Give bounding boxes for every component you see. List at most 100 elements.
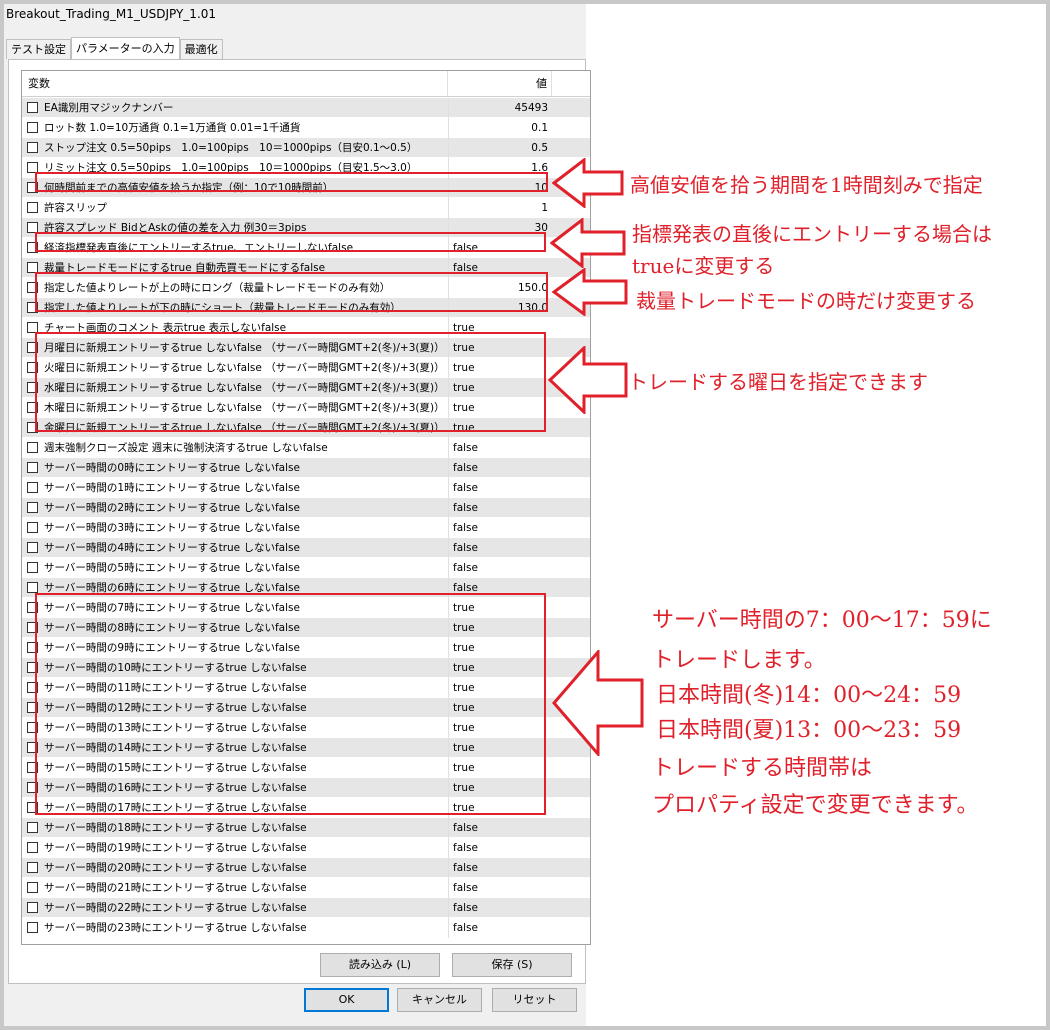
- optimize-checkbox[interactable]: [27, 122, 38, 133]
- optimize-checkbox[interactable]: [27, 102, 38, 113]
- optimize-checkbox[interactable]: [27, 902, 38, 913]
- save-button[interactable]: 保存 (S): [452, 953, 572, 977]
- parameter-name: サーバー時間の0時にエントリーするtrue しないfalse: [44, 462, 300, 474]
- arrow-left-icon: [548, 346, 628, 414]
- annotation-hours-line5: トレードする時間帯は: [652, 756, 873, 781]
- table-row[interactable]: サーバー時間の20時にエントリーするtrue しないfalse false: [22, 857, 590, 878]
- optimize-checkbox[interactable]: [27, 582, 38, 593]
- optimize-checkbox[interactable]: [27, 882, 38, 893]
- tab-test-settings[interactable]: テスト設定: [6, 39, 71, 59]
- parameter-name: サーバー時間の4時にエントリーするtrue しないfalse: [44, 542, 300, 554]
- arrow-left-icon: [552, 158, 624, 208]
- table-row[interactable]: サーバー時間の5時にエントリーするtrue しないfalse false: [22, 557, 590, 578]
- highlight-hour-rows: [35, 593, 546, 815]
- parameter-name: ストップ注文 0.5=50pips 1.0=100pips 10＝1000pip…: [44, 142, 418, 154]
- parameter-value[interactable]: false: [448, 857, 552, 878]
- optimize-checkbox[interactable]: [27, 542, 38, 553]
- parameter-name: サーバー時間の3時にエントリーするtrue しないfalse: [44, 522, 300, 534]
- column-header-value[interactable]: 値: [448, 71, 552, 96]
- annotation-news-line1: 指標発表の直後にエントリーする場合は: [632, 222, 992, 246]
- parameter-value[interactable]: 0.1: [448, 117, 552, 138]
- load-button[interactable]: 読み込み (L): [320, 953, 440, 977]
- table-row[interactable]: EA識別用マジックナンバー 45493: [22, 97, 590, 118]
- window-title: Breakout_Trading_M1_USDJPY_1.01: [6, 7, 217, 21]
- parameter-value[interactable]: false: [448, 477, 552, 498]
- table-row[interactable]: 許容スリップ 1: [22, 197, 590, 218]
- optimize-checkbox[interactable]: [27, 502, 38, 513]
- arrow-left-icon: [550, 218, 626, 268]
- highlight-weekday-rows: [35, 332, 546, 432]
- annotation-weekdays: トレードする曜日を指定できます: [628, 370, 928, 394]
- parameter-value[interactable]: false: [448, 817, 552, 838]
- parameter-name: サーバー時間の20時にエントリーするtrue しないfalse: [44, 862, 307, 874]
- table-row[interactable]: サーバー時間の23時にエントリーするtrue しないfalse false: [22, 917, 590, 938]
- parameter-name: サーバー時間の23時にエントリーするtrue しないfalse: [44, 922, 307, 934]
- parameter-name: サーバー時間の21時にエントリーするtrue しないfalse: [44, 882, 307, 894]
- table-row[interactable]: サーバー時間の2時にエントリーするtrue しないfalse false: [22, 497, 590, 518]
- annotation-hours-line3: 日本時間(冬)14：00～24：59: [656, 683, 962, 708]
- parameter-value[interactable]: false: [448, 457, 552, 478]
- table-row[interactable]: サーバー時間の0時にエントリーするtrue しないfalse false: [22, 457, 590, 478]
- optimize-checkbox[interactable]: [27, 462, 38, 473]
- parameter-name: サーバー時間の19時にエントリーするtrue しないfalse: [44, 842, 307, 854]
- parameter-name: ロット数 1.0=10万通貨 0.1=1万通貨 0.01=1千通貨: [44, 122, 301, 134]
- optimize-checkbox[interactable]: [27, 862, 38, 873]
- parameter-value[interactable]: 45493: [448, 97, 552, 118]
- parameter-value[interactable]: false: [448, 917, 552, 938]
- table-row[interactable]: ロット数 1.0=10万通貨 0.1=1万通貨 0.01=1千通貨 0.1: [22, 117, 590, 138]
- cancel-button[interactable]: キャンセル: [397, 988, 482, 1012]
- table-row[interactable]: サーバー時間の3時にエントリーするtrue しないfalse false: [22, 517, 590, 538]
- ok-button[interactable]: OK: [304, 988, 389, 1012]
- table-row[interactable]: サーバー時間の19時にエントリーするtrue しないfalse false: [22, 837, 590, 858]
- parameter-value[interactable]: false: [448, 537, 552, 558]
- optimize-checkbox[interactable]: [27, 822, 38, 833]
- optimize-checkbox[interactable]: [27, 522, 38, 533]
- parameter-name: 週末強制クローズ設定 週末に強制決済するtrue しないfalse: [44, 442, 328, 454]
- parameter-value[interactable]: false: [448, 497, 552, 518]
- annotation-lookback: 高値安値を拾う期間を1時間刻みで指定: [630, 173, 983, 197]
- tab-optimization[interactable]: 最適化: [179, 39, 223, 59]
- table-row[interactable]: 週末強制クローズ設定 週末に強制決済するtrue しないfalse false: [22, 437, 590, 458]
- parameter-name: サーバー時間の2時にエントリーするtrue しないfalse: [44, 502, 300, 514]
- arrow-left-icon: [552, 650, 644, 756]
- parameter-value[interactable]: false: [448, 877, 552, 898]
- annotation-hours-line2: トレードします。: [652, 648, 826, 673]
- optimize-checkbox[interactable]: [27, 842, 38, 853]
- parameter-value[interactable]: false: [448, 557, 552, 578]
- parameter-value[interactable]: 1: [448, 197, 552, 218]
- highlight-news-row: [35, 232, 546, 252]
- parameter-value[interactable]: false: [448, 517, 552, 538]
- parameter-name: サーバー時間の1時にエントリーするtrue しないfalse: [44, 482, 300, 494]
- tab-bar: テスト設定 パラメーターの入力 最適化: [6, 37, 223, 59]
- annotation-hours-line6: プロパティ設定で変更できます。: [652, 793, 979, 818]
- table-header: 変数 値: [22, 71, 590, 97]
- parameter-name: サーバー時間の18時にエントリーするtrue しないfalse: [44, 822, 307, 834]
- parameter-value[interactable]: 0.5: [448, 137, 552, 158]
- annotation-hours-line1: サーバー時間の7：00～17：59に: [652, 608, 992, 633]
- annotation-hours-line4: 日本時間(夏)13：00～23：59: [656, 718, 962, 743]
- column-header-variable[interactable]: 変数: [22, 71, 448, 96]
- parameter-name: サーバー時間の22時にエントリーするtrue しないfalse: [44, 902, 307, 914]
- tab-parameters[interactable]: パラメーターの入力: [71, 37, 180, 59]
- parameter-name: EA識別用マジックナンバー: [44, 102, 174, 114]
- optimize-checkbox[interactable]: [27, 142, 38, 153]
- optimize-checkbox[interactable]: [27, 202, 38, 213]
- reset-button[interactable]: リセット: [492, 988, 577, 1012]
- table-row[interactable]: サーバー時間の22時にエントリーするtrue しないfalse false: [22, 897, 590, 918]
- parameter-name: 許容スリップ: [44, 202, 107, 214]
- optimize-checkbox[interactable]: [27, 922, 38, 933]
- table-row[interactable]: サーバー時間の1時にエントリーするtrue しないfalse false: [22, 477, 590, 498]
- parameter-value[interactable]: false: [448, 437, 552, 458]
- highlight-lookback-row: [35, 172, 548, 192]
- table-row[interactable]: ストップ注文 0.5=50pips 1.0=100pips 10＝1000pip…: [22, 137, 590, 158]
- annotation-discretion: 裁量トレードモードの時だけ変更する: [636, 289, 976, 313]
- parameter-value[interactable]: false: [448, 837, 552, 858]
- table-row[interactable]: サーバー時間の18時にエントリーするtrue しないfalse false: [22, 817, 590, 838]
- arrow-left-icon: [552, 268, 628, 316]
- table-row[interactable]: サーバー時間の21時にエントリーするtrue しないfalse false: [22, 877, 590, 898]
- parameter-value[interactable]: false: [448, 897, 552, 918]
- table-row[interactable]: サーバー時間の4時にエントリーするtrue しないfalse false: [22, 537, 590, 558]
- optimize-checkbox[interactable]: [27, 442, 38, 453]
- optimize-checkbox[interactable]: [27, 482, 38, 493]
- optimize-checkbox[interactable]: [27, 562, 38, 573]
